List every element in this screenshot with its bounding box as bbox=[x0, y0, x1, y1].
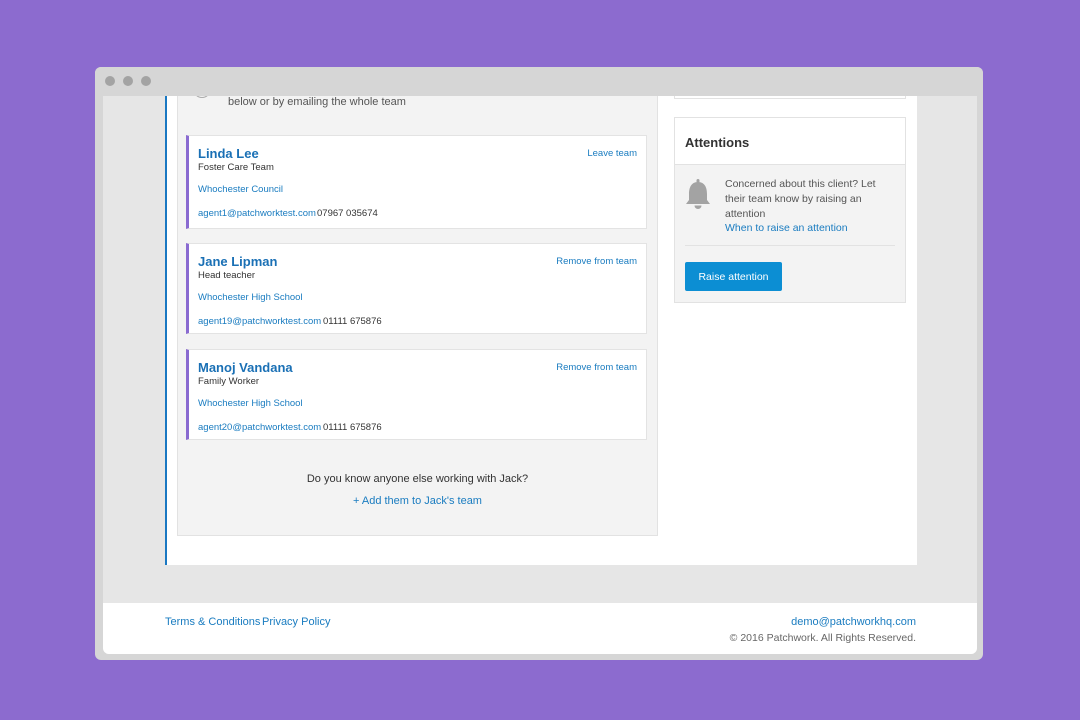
when-to-raise-link[interactable]: When to raise an attention bbox=[725, 222, 848, 234]
bell-icon bbox=[686, 179, 710, 209]
minimize-dot-icon[interactable] bbox=[123, 76, 133, 86]
member-phone: 01111 675876 bbox=[323, 422, 382, 433]
member-organisation-link[interactable]: Whochester High School bbox=[198, 292, 303, 303]
leave-team-link[interactable]: Leave team bbox=[587, 148, 637, 159]
add-team-member-link[interactable]: + Add them to Jack's team bbox=[177, 495, 658, 507]
copyright-text: © 2016 Patchwork. All Rights Reserved. bbox=[729, 632, 916, 644]
raise-attention-button[interactable]: Raise attention bbox=[685, 262, 782, 291]
member-phone: 07967 035674 bbox=[317, 208, 378, 219]
team-member-card: Manoj Vandana Family Worker Whochester H… bbox=[186, 349, 647, 440]
divider bbox=[685, 245, 895, 246]
page-footer: Terms & Conditions Privacy Policy demo@p… bbox=[103, 603, 977, 654]
attentions-title: Attentions bbox=[685, 135, 750, 150]
team-intro-text: below or by emailing the whole team bbox=[228, 96, 406, 108]
member-email-link[interactable]: agent1@patchworktest.com bbox=[198, 208, 316, 219]
member-email-link[interactable]: agent19@patchworktest.com bbox=[198, 316, 321, 327]
previous-panel bbox=[674, 96, 906, 99]
maximize-dot-icon[interactable] bbox=[141, 76, 151, 86]
privacy-link[interactable]: Privacy Policy bbox=[262, 616, 330, 628]
member-phone: 01111 675876 bbox=[323, 316, 382, 327]
member-email-link[interactable]: agent20@patchworktest.com bbox=[198, 422, 321, 433]
team-member-card: Jane Lipman Head teacher Whochester High… bbox=[186, 243, 647, 334]
attentions-header: Attentions bbox=[675, 118, 905, 165]
attentions-panel: Attentions Concerned about this client? … bbox=[674, 117, 906, 303]
remove-from-team-link[interactable]: Remove from team bbox=[556, 256, 637, 267]
member-organisation-link[interactable]: Whochester High School bbox=[198, 398, 303, 409]
attentions-description: Concerned about this client? Let their t… bbox=[725, 178, 876, 220]
page-viewport: below or by emailing the whole team Lind… bbox=[103, 96, 977, 654]
member-name: Linda Lee bbox=[198, 146, 259, 161]
member-role: Foster Care Team bbox=[198, 162, 274, 173]
window-titlebar bbox=[95, 67, 983, 96]
footer-email-link[interactable]: demo@patchworkhq.com bbox=[791, 616, 916, 628]
member-name: Jane Lipman bbox=[198, 254, 278, 269]
remove-from-team-link[interactable]: Remove from team bbox=[556, 362, 637, 373]
member-role: Family Worker bbox=[198, 376, 260, 387]
terms-link[interactable]: Terms & Conditions bbox=[165, 616, 260, 628]
timeline-line bbox=[165, 96, 167, 565]
member-role: Head teacher bbox=[198, 270, 256, 281]
close-dot-icon[interactable] bbox=[105, 76, 115, 86]
add-member-prompt: Do you know anyone else working with Jac… bbox=[306, 473, 529, 485]
team-member-card: Linda Lee Foster Care Team Whochester Co… bbox=[186, 135, 647, 229]
member-name: Manoj Vandana bbox=[198, 360, 293, 375]
browser-window: below or by emailing the whole team Lind… bbox=[95, 67, 983, 660]
member-organisation-link[interactable]: Whochester Council bbox=[198, 184, 283, 195]
